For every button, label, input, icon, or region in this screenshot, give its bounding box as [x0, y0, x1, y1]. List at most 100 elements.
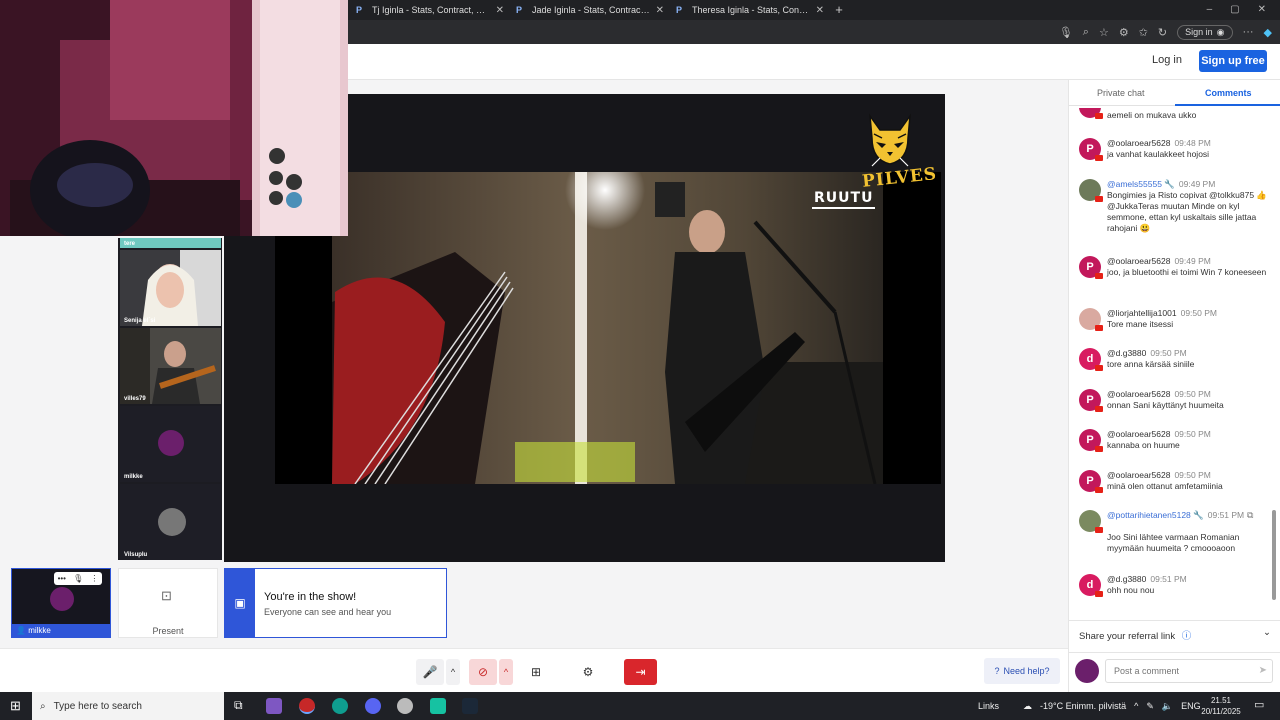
comment-author[interactable]: @liorjahtellija1001 — [1107, 308, 1177, 318]
participant-tile[interactable]: Senija el´si — [120, 250, 221, 326]
avatar — [158, 430, 184, 456]
comment-text: aemeli on mukava ukko — [1107, 110, 1197, 120]
opera-icon[interactable] — [299, 698, 315, 714]
participant-video — [120, 250, 221, 326]
comment-header: @oolaroear5628 09:48 PM — [1107, 138, 1211, 148]
pen-icon[interactable]: ✎ — [1146, 701, 1154, 712]
youtube-icon — [1095, 273, 1103, 279]
comment-author[interactable]: @oolaroear5628 — [1107, 256, 1170, 266]
leave-studio-button[interactable]: ⇥ — [624, 659, 657, 685]
participant-tile[interactable]: villes79 — [120, 328, 221, 404]
search-icon: ⌕ — [40, 700, 46, 712]
links-toolbar[interactable]: Links — [978, 701, 999, 711]
app-icon[interactable] — [430, 698, 446, 714]
comment-text: kannaba on huume — [1107, 440, 1180, 450]
kebab-menu-icon[interactable]: ⋮ — [90, 574, 98, 583]
comment-author[interactable]: @oolaroear5628 — [1107, 470, 1170, 480]
chevron-up-icon[interactable]: ^ — [1134, 701, 1138, 711]
comment-author[interactable]: @d.g3880 — [1107, 348, 1146, 358]
comment-text: Tore mane itsessi — [1107, 319, 1174, 329]
in-show-notice: ▣ You're in the show! Everyone can see a… — [224, 568, 447, 638]
maximize-button[interactable]: ▢ — [1230, 0, 1239, 20]
task-view-icon[interactable]: ⧉ — [234, 698, 243, 713]
browser-tab[interactable]: P Tj Iginla - Stats, Contract, Salary & … — [350, 0, 510, 20]
comment-author[interactable]: @amels55555 — [1107, 179, 1162, 189]
comment-time: 09:50 PM — [1150, 348, 1187, 358]
browser-tab[interactable]: P Jade Iginla - Stats, Contract, Salary … — [510, 0, 670, 20]
browser-signin-button[interactable]: Sign in ◉ — [1177, 24, 1233, 40]
screen-share-icon: ⊞ — [530, 665, 542, 679]
comment-author[interactable]: @oolaroear5628 — [1107, 429, 1170, 439]
more-menu-button[interactable]: ··· — [1243, 26, 1254, 38]
referral-link-row[interactable]: Share your referral link ⓘ ⌄ — [1069, 620, 1280, 644]
mic-options-button[interactable]: ^ — [446, 659, 460, 685]
browser-tab[interactable]: P Theresa Iginla - Stats, Contract, Sala… — [670, 0, 830, 20]
youtube-icon — [1095, 591, 1103, 597]
settings-button[interactable]: ⚙ — [575, 659, 601, 685]
app-icon[interactable] — [397, 698, 413, 714]
close-tab-icon[interactable]: ✕ — [656, 5, 664, 16]
site-favicon-icon: P — [356, 5, 363, 15]
present-button[interactable]: ⊡ Present — [118, 568, 218, 638]
copilot-icon[interactable]: ◆ — [1264, 26, 1272, 39]
webcam-image — [0, 0, 348, 236]
camera-options-button[interactable]: ^ — [499, 659, 513, 685]
tab-comments[interactable]: Comments — [1205, 88, 1252, 98]
post-comment-input[interactable] — [1105, 659, 1273, 683]
extensions-icon[interactable]: ⚙ — [1119, 26, 1129, 39]
windows-start-icon[interactable]: ⊞ — [10, 698, 21, 714]
more-icon[interactable]: ••• — [58, 574, 66, 583]
send-icon[interactable]: ➤ — [1259, 665, 1267, 676]
taskbar-search[interactable]: ⌕ Type here to search — [32, 692, 224, 720]
favorites-icon[interactable]: ✩ — [1139, 26, 1148, 39]
app-icon[interactable] — [266, 698, 282, 714]
weather-text[interactable]: -19°C Enimm. pilvistä — [1040, 701, 1126, 711]
favorite-icon[interactable]: ☆ — [1099, 26, 1109, 39]
panel-tabs: Private chat Comments — [1069, 80, 1280, 106]
comment-author[interactable]: @oolaroear5628 — [1107, 389, 1170, 399]
zoom-icon[interactable]: ⌕ — [1083, 26, 1089, 39]
close-window-button[interactable]: ✕ — [1258, 0, 1266, 20]
scrollbar-thumb[interactable] — [1272, 510, 1276, 600]
camera-button[interactable]: ⊘ — [469, 659, 497, 685]
self-preview-tile[interactable]: ••• 🎙 ⋮ 👤 milkke — [11, 568, 111, 638]
participant-name: Senija el´si — [124, 318, 156, 324]
login-link[interactable]: Log in — [1152, 54, 1182, 66]
share-screen-button[interactable]: ⊞ — [522, 659, 550, 685]
signup-button[interactable]: Sign up free — [1199, 50, 1267, 72]
participant-tile[interactable]: Vilsuplu — [120, 484, 221, 560]
mic-icon[interactable]: 🎙 — [73, 574, 83, 583]
discord-icon[interactable] — [365, 698, 381, 714]
pin-comment-icon[interactable]: ⧉ — [1247, 510, 1253, 521]
minimize-button[interactable]: – — [1207, 0, 1213, 20]
mic-icon[interactable]: 🎙 — [1059, 26, 1073, 39]
comment-author[interactable]: @pottarihietanen5128 — [1107, 510, 1191, 520]
youtube-icon — [1095, 113, 1103, 119]
comment-author[interactable]: @oolaroear5628 — [1107, 138, 1170, 148]
participant-tile[interactable]: milkke — [120, 406, 221, 482]
language-indicator[interactable]: ENG — [1181, 701, 1201, 711]
history-icon[interactable]: ↻ — [1158, 26, 1167, 39]
edge-icon[interactable] — [332, 698, 348, 714]
close-tab-icon[interactable]: ✕ — [816, 5, 824, 16]
tab-title: Theresa Iginla - Stats, Contract, Salary… — [692, 5, 810, 15]
avatar: P — [1079, 138, 1103, 161]
close-tab-icon[interactable]: ✕ — [496, 5, 504, 16]
new-tab-button[interactable]: + — [832, 0, 846, 20]
tab-private-chat[interactable]: Private chat — [1097, 88, 1145, 98]
avatar — [158, 508, 186, 536]
steam-icon[interactable] — [462, 698, 478, 714]
volume-icon[interactable]: 🔈 — [1162, 701, 1173, 712]
participant-video — [120, 328, 221, 404]
chevron-down-icon[interactable]: ⌄ — [1263, 627, 1271, 638]
need-help-button[interactable]: ? Need help? — [984, 658, 1060, 684]
comment-author[interactable]: @d.g3880 — [1107, 574, 1146, 584]
comments-scrollbar[interactable] — [1271, 110, 1277, 605]
avatar: P — [1079, 470, 1103, 493]
participant-tile[interactable]: tere — [120, 238, 221, 248]
taskbar-clock[interactable]: 21.51 20/11/2025 — [1201, 695, 1241, 717]
avatar-letter: d — [1086, 579, 1094, 591]
microphone-button[interactable]: 🎤 — [416, 659, 444, 685]
notifications-icon[interactable]: ▭ — [1254, 698, 1264, 711]
comment-header: @liorjahtellija1001 09:50 PM — [1107, 308, 1217, 318]
